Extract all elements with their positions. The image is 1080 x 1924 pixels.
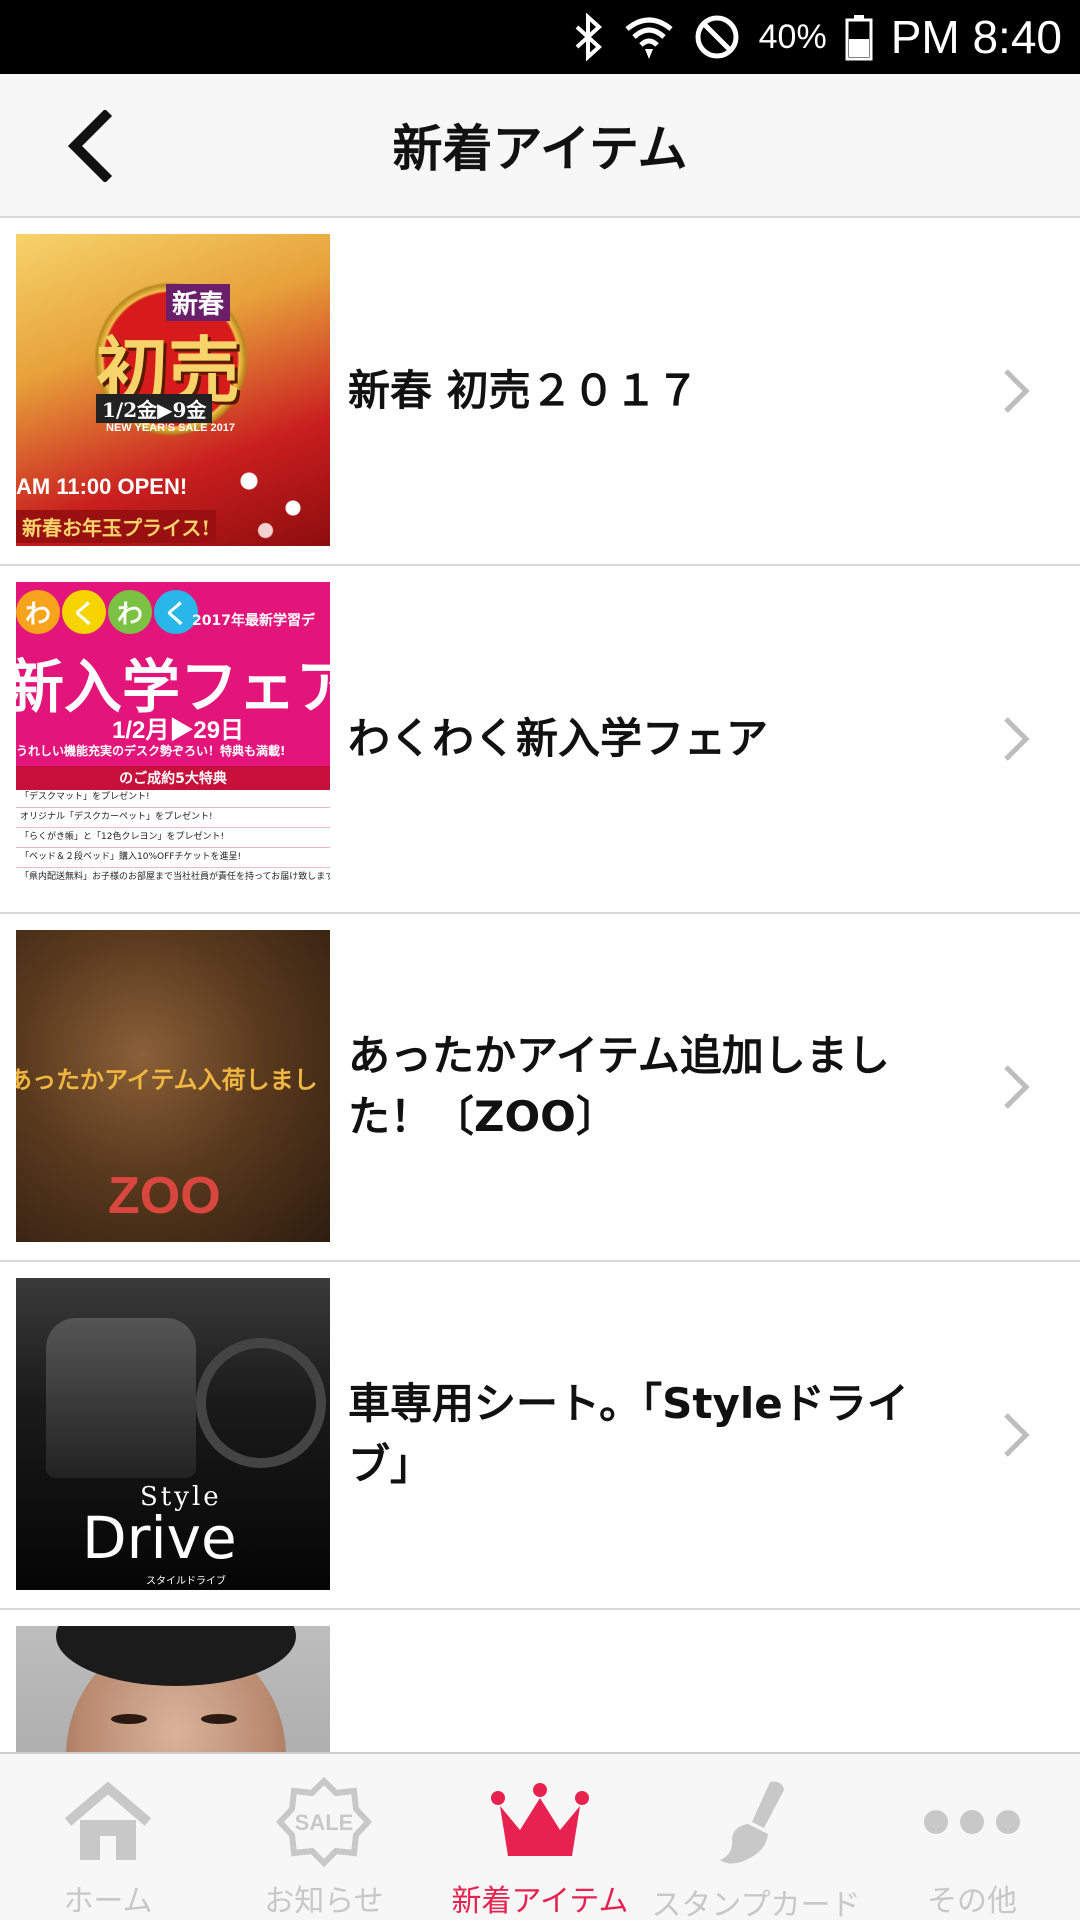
item-title: [348, 1610, 950, 1752]
chevron-right-icon: [1004, 369, 1030, 413]
item-thumbnail: [16, 1626, 330, 1752]
tab-news[interactable]: SALE お知らせ: [216, 1754, 432, 1920]
thumb-perk-title: のご成約5大特典: [16, 766, 330, 790]
list-item[interactable]: [0, 1610, 1080, 1752]
status-bar: 40% PM 8:40: [0, 0, 1080, 74]
item-title: 新春 初売２０１７: [348, 365, 699, 415]
thumb-drive: Drive: [82, 1504, 237, 1572]
item-title: 車専用シート。「Styleドライブ」: [348, 1379, 909, 1489]
tab-label: 新着アイテム: [451, 1884, 629, 1919]
page-title: 新着アイテム: [392, 120, 688, 178]
tab-label: スタンプカード: [651, 1888, 861, 1923]
chevron-left-icon: [67, 110, 113, 182]
perk-line: 「県内配送無料」お子様のお部屋まで当社社員が責任を持ってお届け致します: [20, 872, 330, 882]
tab-stamp-card[interactable]: スタンプカード: [648, 1754, 864, 1923]
thumb-kana: スタイルドライブ: [146, 1576, 226, 1587]
item-thumbnail: あったかアイテム入荷しまし ZOO: [16, 930, 330, 1242]
crown-icon: [491, 1783, 589, 1856]
tab-home[interactable]: ホーム: [0, 1754, 216, 1920]
thumb-caption: あったかアイテム入荷しまし: [16, 1066, 318, 1094]
list-item[interactable]: あったかアイテム入荷しまし ZOO あったかアイテム追加しました！〔ZOO〕: [0, 914, 1080, 1262]
do-not-disturb-icon: [693, 13, 741, 61]
item-thumbnail: わ く わ く 2017年最新学習デ 新入学フェア 1/2月▶29日 うれしい機…: [16, 582, 330, 894]
tab-label: その他: [927, 1884, 1017, 1919]
perk-line: 「デスクマット」をプレゼント!: [16, 788, 330, 808]
tab-new-items[interactable]: 新着アイテム: [432, 1754, 648, 1920]
sale-tag-icon: SALE: [276, 1777, 372, 1867]
chevron-right-icon: [1004, 1065, 1030, 1109]
perk-line: オリジナル「デスクカーペット」をプレゼント!: [16, 808, 330, 828]
battery-icon: [845, 13, 873, 61]
chevron-right-icon: [1004, 717, 1030, 761]
perk-line: 「ベッド＆２段ベッド」購入10%OFFチケットを進呈!: [16, 848, 330, 868]
battery-percent: 40%: [758, 17, 827, 56]
home-icon: [64, 1781, 152, 1860]
item-thumbnail: Style Drive スタイルドライブ: [16, 1278, 330, 1590]
item-thumbnail: 新春 初売 1/2金▶9金 NEW YEAR'S SALE 2017 AM 11…: [16, 234, 330, 546]
back-button[interactable]: [40, 98, 140, 194]
more-dots-icon: [924, 1810, 1020, 1834]
thumb-brand: ZOO: [108, 1167, 221, 1225]
wifi-icon: [623, 13, 675, 61]
thumb-tagline: うれしい機能充実のデスク勢ぞろい！特典も満載!: [16, 744, 286, 758]
clock: PM 8:40: [890, 11, 1062, 63]
perk-line: 「らくがき帳」と「12色クレヨン」をプレゼント!: [16, 828, 330, 848]
list-item[interactable]: Style Drive スタイルドライブ 車専用シート。「Styleドライブ」: [0, 1262, 1080, 1610]
bluetooth-icon: [571, 13, 605, 61]
thumb-year: 2017年最新学習デ: [192, 613, 315, 629]
tab-label: お知らせ: [264, 1884, 384, 1919]
thumb-bubbles: わ く わ く: [16, 590, 198, 634]
list-item[interactable]: 新春 初売 1/2金▶9金 NEW YEAR'S SALE 2017 AM 11…: [0, 218, 1080, 566]
stamp-icon: [720, 1781, 784, 1864]
item-list: 新春 初売 1/2金▶9金 NEW YEAR'S SALE 2017 AM 11…: [0, 218, 1080, 1752]
chevron-right-icon: [1004, 1413, 1030, 1457]
thumb-dates: 1/2月▶29日: [112, 717, 245, 744]
tab-label: ホーム: [63, 1884, 153, 1919]
list-item[interactable]: わ く わ く 2017年最新学習デ 新入学フェア 1/2月▶29日 うれしい機…: [0, 566, 1080, 914]
bottom-tab-bar: ホーム SALE お知らせ 新着アイテム スタンプカード その他: [0, 1752, 1080, 1923]
tab-more[interactable]: その他: [864, 1754, 1080, 1920]
item-title: あったかアイテム追加しました！〔ZOO〕: [348, 1031, 890, 1141]
app-header: 新着アイテム: [0, 74, 1080, 218]
thumb-sub: NEW YEAR'S SALE 2017: [106, 422, 235, 434]
svg-text:SALE: SALE: [295, 1810, 354, 1835]
thumb-bottom: 新春お年玉プライス!: [16, 510, 217, 543]
item-title: わくわく新入学フェア: [348, 713, 769, 763]
thumb-open: AM 11:00 OPEN!: [16, 474, 188, 499]
thumb-dates: 1/2金▶9金: [96, 394, 213, 423]
